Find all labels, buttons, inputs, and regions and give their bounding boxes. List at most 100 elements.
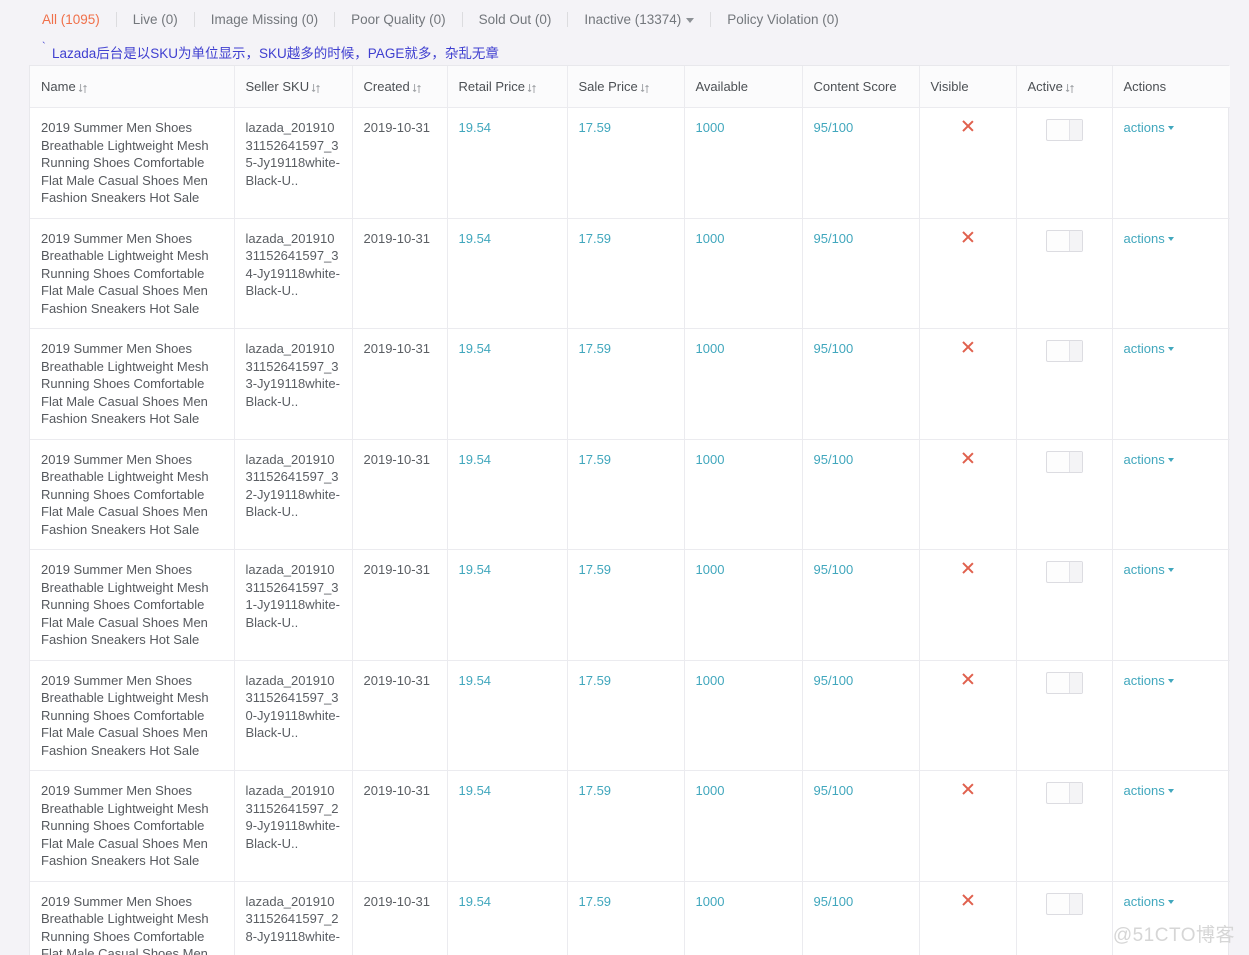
sale-price-cell-value[interactable]: 17.59 (579, 673, 612, 688)
active-toggle[interactable] (1045, 340, 1083, 362)
available-qty-cell-value[interactable]: 1000 (696, 452, 725, 467)
retail-price-cell-value[interactable]: 19.54 (459, 562, 492, 577)
product-table: Name Seller SKU Created Retail Price Sale Pr… (30, 66, 1230, 955)
active-toggle[interactable] (1045, 119, 1083, 141)
caret-down-icon[interactable] (1167, 126, 1174, 130)
sale-price-cell-value[interactable]: 17.59 (579, 231, 612, 246)
content-score-cell-value[interactable]: 95/100 (814, 783, 854, 798)
active-toggle[interactable] (1045, 229, 1083, 252)
close-icon (961, 119, 975, 133)
content-score-cell-value[interactable]: 95/100 (814, 341, 854, 356)
seller-sku-cell-value: lazada_20191031152641597_32-Jy19118white… (245, 451, 340, 520)
content-score-cell-value[interactable]: 95/100 (814, 120, 854, 135)
sale-price-cell: 17.59 (567, 218, 685, 329)
retail-price-cell-value[interactable]: 19.54 (459, 783, 492, 798)
caret-down-icon[interactable] (1167, 899, 1174, 904)
content-score-cell-value[interactable]: 95/100 (814, 673, 854, 688)
content-score-cell-value[interactable]: 95/100 (814, 562, 854, 577)
tab-policy-violation-0[interactable]: Policy Violation (0) (711, 13, 855, 27)
retail-price-cell-value[interactable]: 19.54 (459, 894, 492, 909)
sale-price-cell-value[interactable]: 17.59 (579, 120, 612, 135)
tab-all-1095[interactable]: All (1095) (30, 13, 116, 27)
seller-sku-cell-value: lazada_20191031152641597_31-Jy19118white… (245, 562, 340, 630)
available-qty-cell-value[interactable]: 1000 (696, 120, 725, 135)
available-qty-cell-value[interactable]: 1000 (696, 231, 725, 246)
sale-price-cell-value[interactable]: 17.59 (579, 452, 612, 467)
actions-dropdown-link[interactable]: actions (1124, 783, 1174, 798)
available-qty-cell-value[interactable]: 1000 (696, 341, 725, 356)
page-root: All (1095) Live (0) Image Missing (0) Poor … (0, 0, 1249, 955)
column-header-seller-sku[interactable]: Seller SKU (234, 66, 353, 108)
caret-down-icon[interactable] (1167, 568, 1174, 572)
actions-dropdown-link[interactable]: actions (1124, 120, 1174, 135)
retail-price-cell-value[interactable]: 19.54 (459, 673, 492, 688)
sale-price-cell-value[interactable]: 17.59 (579, 894, 612, 909)
active-toggle[interactable] (1045, 782, 1083, 804)
column-header-name[interactable]: Name (30, 66, 235, 108)
retail-price-cell-value[interactable]: 19.54 (459, 452, 492, 467)
table-row: 2019 Summer Men Shoes Breathable Lightwe… (30, 881, 1230, 955)
tab-label: Policy Violation (0) (727, 11, 839, 27)
seller-sku-cell-value: lazada_20191031152641597_28-Jy19118white… (245, 893, 340, 944)
chevron-down-icon[interactable] (686, 18, 695, 23)
tab-live-0[interactable]: Live (0) (117, 13, 194, 27)
actions-label: actions (1123, 451, 1165, 467)
column-header-label: Content Score (813, 79, 897, 94)
content-score-cell-value[interactable]: 95/100 (814, 231, 854, 246)
column-header-active[interactable]: Active (1016, 66, 1113, 108)
visible-cell (919, 218, 1017, 329)
active-toggle[interactable] (1045, 450, 1083, 473)
caret-down-icon[interactable] (1167, 678, 1174, 683)
visible-cell (919, 107, 1017, 219)
sort-icon[interactable] (78, 83, 88, 94)
available-qty-cell-value[interactable]: 1000 (696, 894, 725, 909)
sale-price-cell-value[interactable]: 17.59 (579, 341, 612, 356)
sale-price-cell-value[interactable]: 17.59 (579, 562, 612, 577)
caret-down-icon[interactable] (1167, 789, 1174, 793)
sort-icon[interactable] (311, 83, 321, 94)
tab-poor-quality-0[interactable]: Poor Quality (0) (335, 13, 462, 27)
tab-label: Image Missing (0) (210, 11, 319, 27)
caret-down-icon[interactable] (1167, 457, 1174, 462)
sort-icon[interactable] (1065, 83, 1075, 94)
actions-dropdown-link[interactable]: actions (1124, 452, 1174, 467)
column-header-retail-price[interactable]: Retail Price (447, 66, 568, 108)
content-score-cell-value[interactable]: 95/100 (814, 452, 854, 467)
column-header-visible: Visible (919, 66, 1017, 108)
seller-sku-cell: lazada_20191031152641597_31-Jy19118white… (234, 549, 353, 661)
active-toggle[interactable] (1045, 671, 1083, 694)
actions-dropdown-link[interactable]: actions (1124, 231, 1174, 246)
actions-dropdown-link[interactable]: actions (1124, 894, 1174, 909)
sort-icon[interactable] (640, 83, 650, 94)
close-icon (961, 230, 975, 244)
available-qty-cell-value[interactable]: 1000 (696, 673, 725, 688)
retail-price-cell-value[interactable]: 19.54 (459, 120, 492, 135)
actions-dropdown-link[interactable]: actions (1124, 341, 1174, 356)
close-icon (961, 782, 975, 796)
tab-inactive-13374[interactable]: Inactive (13374) (568, 13, 710, 27)
sale-price-cell: 17.59 (567, 328, 685, 440)
content-score-cell: 95/100 (802, 218, 920, 329)
sort-icon[interactable] (412, 83, 422, 94)
active-toggle[interactable] (1045, 892, 1083, 915)
created-date-cell-value: 2019-10-31 (363, 893, 431, 909)
actions-dropdown-link[interactable]: actions (1124, 673, 1174, 688)
column-header-sale-price[interactable]: Sale Price (567, 66, 685, 108)
actions-dropdown-link[interactable]: actions (1124, 562, 1174, 577)
sort-icon[interactable] (527, 83, 537, 94)
caret-down-icon[interactable] (1167, 236, 1174, 241)
tab-image-missing-0[interactable]: Image Missing (0) (195, 13, 334, 27)
active-toggle[interactable] (1045, 561, 1083, 583)
content-score-cell-value[interactable]: 95/100 (814, 894, 854, 909)
retail-price-cell-value[interactable]: 19.54 (459, 231, 492, 246)
available-qty-cell-value[interactable]: 1000 (696, 562, 725, 577)
retail-price-cell: 19.54 (447, 439, 568, 550)
product-name-cell: 2019 Summer Men Shoes Breathable Lightwe… (30, 328, 235, 440)
available-qty-cell-value[interactable]: 1000 (696, 783, 725, 798)
column-header-created[interactable]: Created (352, 66, 448, 108)
tab-sold-out-0[interactable]: Sold Out (0) (463, 13, 568, 27)
retail-price-cell-value[interactable]: 19.54 (459, 341, 492, 356)
product-name-cell: 2019 Summer Men Shoes Breathable Lightwe… (30, 218, 235, 329)
sale-price-cell-value[interactable]: 17.59 (579, 783, 612, 798)
caret-down-icon[interactable] (1167, 347, 1174, 351)
